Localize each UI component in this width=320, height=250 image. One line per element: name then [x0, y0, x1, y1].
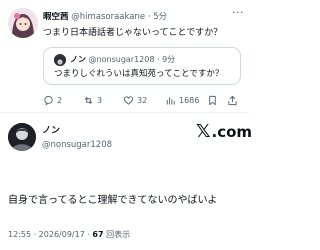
- reply-button[interactable]: 2: [43, 93, 62, 107]
- quoted-post-text: つまりしぐれういは真知苑ってことですか？: [54, 69, 224, 79]
- brand-domain: .com: [211, 123, 253, 141]
- heart-icon: [123, 95, 134, 105]
- quoted-author-avatar: [54, 54, 66, 66]
- divider: [0, 112, 250, 113]
- repost-count: 3: [97, 95, 103, 105]
- analytics-icon: [166, 96, 175, 105]
- reply-views-count: 67: [92, 230, 104, 239]
- reply-text: 自身で言ってるとこ理解できてないのやばいよ: [8, 195, 218, 206]
- quoted-separator-dot: ·: [157, 55, 160, 64]
- quoted-post-header: ノン @nonsugar1208 · 9分: [70, 55, 175, 65]
- post-time[interactable]: 5分: [153, 12, 167, 22]
- separator-dot: ·: [147, 12, 151, 22]
- original-post[interactable]: 暇空茜 @himasoraakane · 5分 ··· つまり日本語話者じゃない…: [0, 0, 250, 112]
- views-button[interactable]: 1686: [165, 93, 199, 107]
- bookmark-icon: [209, 95, 216, 105]
- reply-views-label: 回表示: [106, 230, 131, 239]
- like-count: 32: [137, 95, 148, 105]
- reply-avatar-image: [8, 123, 36, 151]
- post-text: つまり日本語話者じゃないってことですか？: [43, 28, 223, 38]
- post-header: 暇空茜 @himasoraakane · 5分: [43, 12, 233, 23]
- reply-author-name[interactable]: ノン: [42, 126, 60, 137]
- reply-meta: 12:55 · 2026/09/17 · 67 回表示: [8, 230, 130, 240]
- views-count: 1686: [179, 95, 200, 105]
- share-button[interactable]: [227, 93, 241, 107]
- author-handle[interactable]: @himasoraakane: [71, 12, 145, 22]
- more-options-icon[interactable]: ···: [232, 7, 244, 18]
- post-actions: 2 3 32 1686: [43, 93, 243, 107]
- repost-button[interactable]: 3: [83, 93, 102, 107]
- repost-icon: [84, 96, 93, 104]
- like-button[interactable]: 32: [123, 93, 147, 107]
- share-icon: [228, 95, 237, 105]
- bookmark-button[interactable]: [207, 93, 221, 107]
- reply-icon: [44, 95, 53, 106]
- quoted-author-name: ノン: [70, 55, 86, 64]
- reply-author-handle[interactable]: @nonsugar1208: [42, 140, 112, 151]
- quoted-post-time: 9分: [162, 55, 176, 64]
- quoted-avatar-image: [54, 57, 66, 66]
- quoted-author-handle: @nonsugar1208: [88, 55, 155, 64]
- reply-count: 2: [57, 95, 63, 105]
- author-name[interactable]: 暇空茜: [43, 12, 69, 22]
- avatar-image: [8, 8, 38, 38]
- x-com-logo: 𝕏 .com: [196, 121, 253, 142]
- author-avatar[interactable]: [8, 8, 38, 38]
- x-logo-icon: 𝕏: [196, 121, 211, 142]
- reply-author-avatar[interactable]: [8, 123, 36, 151]
- reply-timestamp[interactable]: 12:55 · 2026/09/17 ·: [8, 230, 92, 239]
- quoted-post[interactable]: ノン @nonsugar1208 · 9分 つまりしぐれういは真知苑ってことです…: [43, 47, 241, 85]
